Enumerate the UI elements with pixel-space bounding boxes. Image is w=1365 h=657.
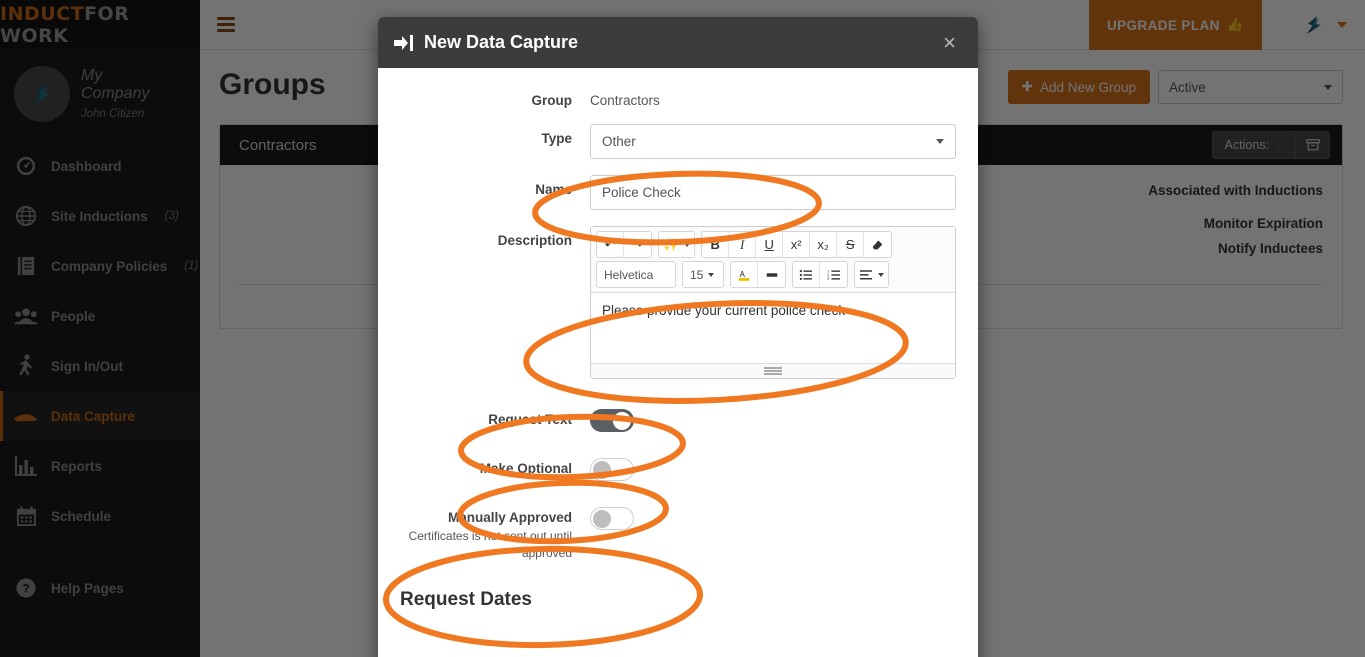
name-label: Name	[535, 182, 572, 197]
type-label: Type	[541, 131, 572, 146]
manually-approved-row: Manually Approved Certificates is not se…	[400, 507, 956, 563]
app-root: INDUCTFOR WORK My Company John Citizen D…	[0, 0, 1365, 657]
manually-approved-label: Manually Approved Certificates is not se…	[400, 507, 590, 563]
background-color-glyph	[766, 272, 777, 277]
strikethrough-icon[interactable]: S	[837, 232, 865, 257]
new-data-capture-modal: New Data Capture × Group Contractors Typ…	[378, 17, 978, 657]
font-size-group: 15	[682, 261, 724, 288]
ordered-list-icon[interactable]: 1 2 3	[820, 262, 847, 287]
modal-title: New Data Capture	[424, 32, 579, 52]
superscript-icon[interactable]: x²	[783, 232, 811, 257]
font-family-group: Helvetica	[596, 261, 676, 288]
redo-icon[interactable]: ↷	[624, 232, 651, 257]
undo-icon[interactable]: ↶	[597, 232, 624, 257]
style-magic-group: ✨	[658, 231, 696, 258]
font-family-select[interactable]: Helvetica	[597, 262, 675, 287]
type-select-value: Other	[602, 134, 636, 149]
list-group: 1 2 3	[792, 261, 848, 288]
chevron-down-icon	[936, 139, 944, 144]
paragraph-align-icon[interactable]	[855, 262, 888, 287]
close-icon[interactable]: ×	[937, 31, 962, 55]
request-text-toggle[interactable]	[590, 409, 634, 432]
underline-icon[interactable]: U	[756, 232, 784, 257]
description-editor: ↶ ↷ ✨ B I U x² x₂ S Helvetica 15 A 1 2 3…	[590, 226, 956, 379]
align-glyph	[860, 269, 872, 279]
modal-body: Group Contractors Type Other Name Police…	[378, 68, 978, 611]
text-color-glyph: A	[738, 269, 750, 281]
eraser-icon[interactable]	[864, 232, 892, 257]
make-optional-label: Make Optional	[479, 461, 572, 476]
make-optional-toggle[interactable]	[590, 458, 634, 481]
chevron-down-icon	[708, 272, 715, 277]
editor-toolbar: ↶ ↷ ✨ B I U x² x₂ S Helvetica 15 A 1 2 3	[591, 227, 955, 293]
resize-grip-icon	[764, 366, 782, 377]
align-group	[854, 261, 889, 288]
name-input[interactable]: Police Check	[590, 175, 956, 210]
editor-toolbar-row-1: ↶ ↷ ✨ B I U x² x₂ S	[596, 231, 950, 258]
name-input-value: Police Check	[602, 185, 681, 200]
description-textarea[interactable]: Please provide your current police check	[591, 293, 955, 363]
type-field-row: Type Other	[400, 124, 956, 159]
manually-approved-subtext: Certificates is not sent out until appro…	[408, 529, 572, 561]
text-format-group: B I U x² x₂ S	[701, 231, 893, 258]
description-label: Description	[497, 233, 572, 248]
italic-icon[interactable]: I	[729, 232, 757, 257]
group-field-row: Group Contractors	[400, 86, 956, 108]
history-group: ↶ ↷	[596, 231, 652, 258]
manually-approved-title: Manually Approved	[447, 510, 572, 525]
eraser-glyph	[872, 240, 883, 250]
editor-toolbar-row-2: Helvetica 15 A 1 2 3	[596, 261, 950, 288]
color-group: A	[730, 261, 786, 288]
toggle-knob	[613, 412, 631, 430]
subscript-icon[interactable]: x₂	[810, 232, 838, 257]
editor-resize-handle[interactable]	[591, 363, 955, 378]
modal-header: New Data Capture ×	[378, 17, 978, 68]
request-text-label: Request Text	[488, 412, 572, 427]
type-select[interactable]: Other	[590, 124, 956, 159]
svg-text:A: A	[740, 269, 746, 278]
toggle-knob	[593, 461, 611, 479]
ul-glyph	[799, 269, 812, 280]
magic-wand-icon[interactable]: ✨	[659, 232, 695, 257]
request-text-row: Request Text	[400, 409, 956, 432]
bold-icon[interactable]: B	[702, 232, 730, 257]
background-color-icon[interactable]	[758, 262, 785, 287]
toggle-knob	[593, 510, 611, 528]
unordered-list-icon[interactable]	[793, 262, 820, 287]
text-color-icon[interactable]: A	[731, 262, 758, 287]
font-size-value: 15	[690, 267, 704, 282]
request-dates-section-title: Request Dates	[400, 588, 532, 610]
sign-in-arrow-icon	[394, 34, 413, 51]
group-value: Contractors	[590, 93, 660, 108]
description-field-row: Description ↶ ↷ ✨ B I U x² x₂ S Helvetic…	[400, 226, 956, 379]
svg-text:3: 3	[827, 277, 829, 281]
font-size-select[interactable]: 15	[683, 262, 723, 287]
name-field-row: Name Police Check	[400, 175, 956, 210]
ol-glyph: 1 2 3	[827, 269, 840, 281]
magic-wand-glyph: ✨	[663, 236, 680, 252]
manually-approved-toggle[interactable]	[590, 507, 634, 530]
chevron-down-icon	[878, 272, 884, 277]
make-optional-row: Make Optional	[400, 458, 956, 481]
chevron-down-icon	[684, 242, 691, 247]
font-family-value: Helvetica	[604, 267, 654, 282]
group-label: Group	[531, 93, 573, 108]
